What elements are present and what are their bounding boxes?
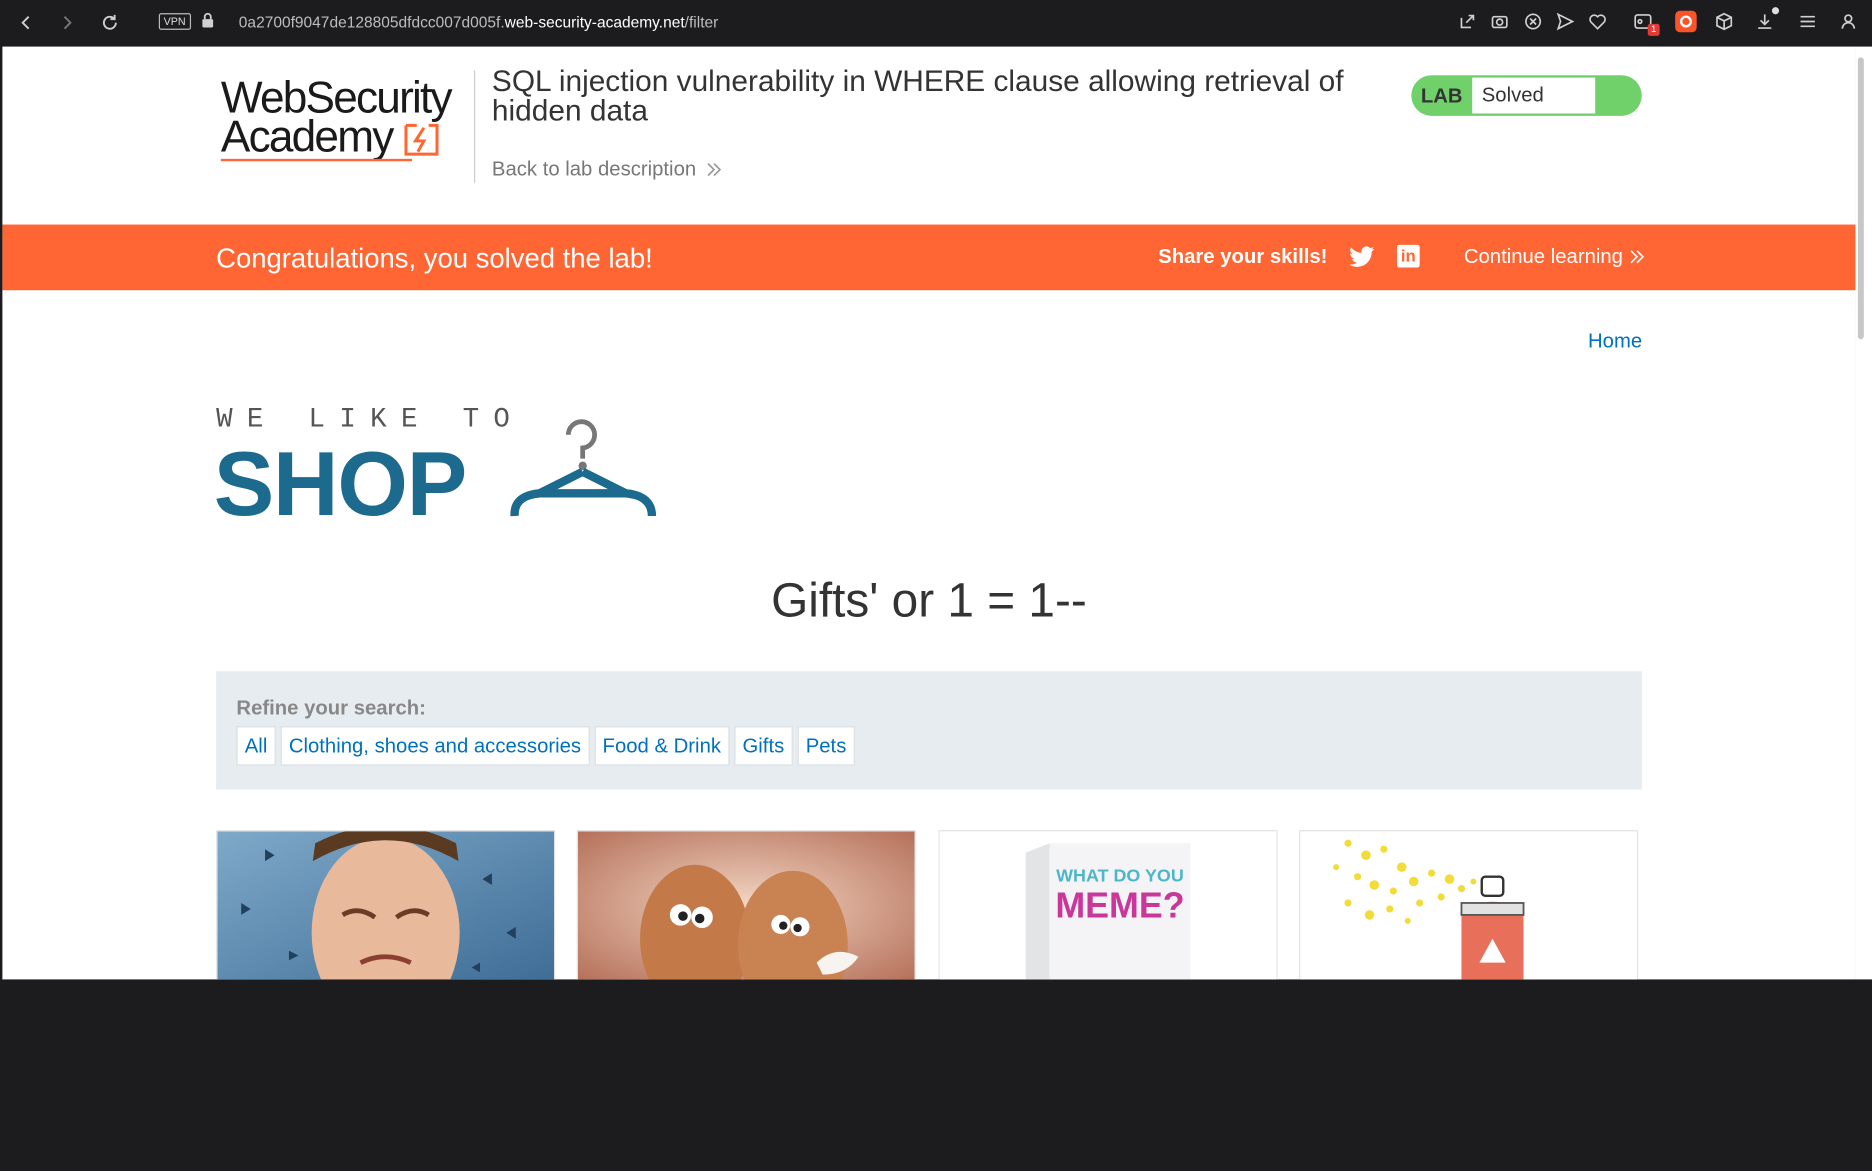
camera-icon[interactable]	[1490, 12, 1509, 31]
menu-icon[interactable]	[1798, 12, 1817, 31]
extension-count-badge: 1	[1647, 23, 1660, 36]
meme-box-text-2: MEME?	[1055, 885, 1184, 925]
category-clothing[interactable]: Clothing, shoes and accessories	[280, 726, 590, 766]
double-chevron-right-icon	[1630, 250, 1645, 264]
lab-status-widget: LAB Solved	[1411, 75, 1642, 116]
lab-label: LAB	[1420, 84, 1463, 108]
url-domain: web-security-academy.net	[504, 13, 685, 32]
category-filter-list: All Clothing, shoes and accessories Food…	[236, 726, 855, 766]
product-image-meme-card-game[interactable]: WHAT DO YOU MEME?	[938, 830, 1278, 980]
header-divider	[474, 70, 476, 183]
logo-line2: Academy	[220, 112, 394, 162]
url-path: /filter	[684, 13, 719, 32]
share-skills-label: Share your skills!	[1158, 244, 1328, 268]
send-icon[interactable]	[1556, 12, 1575, 31]
share-icon[interactable]	[1458, 12, 1477, 31]
shop-logo-tagline: WE LIKE TO	[216, 403, 525, 435]
vpn-badge[interactable]: VPN	[158, 13, 191, 30]
continue-learning-link[interactable]: Continue learning	[1464, 245, 1646, 269]
lab-title: SQL injection vulnerability in WHERE cla…	[491, 64, 1344, 128]
download-icon[interactable]	[1755, 12, 1774, 31]
logo-underline	[220, 158, 412, 162]
product-image-cartoon-eggs[interactable]	[576, 830, 916, 980]
double-chevron-right-icon	[707, 163, 722, 177]
back-to-lab-description-link[interactable]: Back to lab description	[492, 158, 722, 182]
product-image-spray-can[interactable]	[1299, 830, 1639, 980]
url-prefix: 0a2700f9047de128805dfdcc007d005f.	[238, 13, 505, 32]
clothes-hanger-icon	[510, 419, 657, 517]
category-gifts[interactable]: Gifts	[734, 726, 793, 766]
solved-banner: Congratulations, you solved the lab! Sha…	[2, 224, 1856, 291]
category-all[interactable]: All	[236, 726, 276, 766]
web-security-academy-logo[interactable]: WebSecurity Academy	[219, 73, 470, 169]
lock-icon[interactable]	[201, 12, 215, 35]
meme-box-text-1: WHAT DO YOU	[1056, 865, 1184, 885]
cube-icon[interactable]	[1715, 12, 1734, 31]
twitter-icon[interactable]	[1349, 246, 1375, 267]
lab-status-value: Solved	[1472, 77, 1596, 114]
address-bar[interactable]: 0a2700f9047de128805dfdcc007d005f.web-sec…	[239, 13, 719, 31]
home-link[interactable]: Home	[1588, 330, 1642, 354]
shop-logo-word: SHOP	[213, 433, 468, 536]
brave-shield-icon[interactable]	[1675, 10, 1697, 33]
reload-icon[interactable]	[99, 12, 120, 33]
shop-logo[interactable]: WE LIKE TO SHOP	[214, 401, 670, 535]
search-results-title: Gifts' or 1 = 1--	[771, 574, 1087, 628]
academy-lightning-icon	[404, 123, 439, 156]
product-image-sneezing-man[interactable]	[216, 830, 556, 980]
back-link-label: Back to lab description	[491, 157, 697, 181]
vertical-scrollbar[interactable]	[1857, 57, 1864, 340]
linkedin-icon[interactable]: in	[1396, 244, 1420, 268]
forward-icon[interactable]	[56, 12, 77, 33]
web-page: WebSecurity Academy SQL injection vulner…	[2, 46, 1856, 980]
profile-icon[interactable]	[1839, 12, 1858, 31]
close-circle-icon[interactable]	[1524, 12, 1543, 31]
refine-search-label: Refine your search:	[236, 696, 426, 720]
back-icon[interactable]	[16, 12, 37, 33]
continue-learning-label: Continue learning	[1463, 244, 1623, 268]
filter-panel: Refine your search: All Clothing, shoes …	[216, 671, 1642, 790]
browser-toolbar: VPN 0a2700f9047de128805dfdcc007d005f.web…	[0, 0, 1872, 46]
notification-dot	[1771, 7, 1780, 15]
congratulations-message: Congratulations, you solved the lab!	[216, 242, 653, 274]
category-food-drink[interactable]: Food & Drink	[594, 726, 730, 766]
heart-icon[interactable]	[1588, 12, 1607, 31]
category-pets[interactable]: Pets	[797, 726, 855, 766]
